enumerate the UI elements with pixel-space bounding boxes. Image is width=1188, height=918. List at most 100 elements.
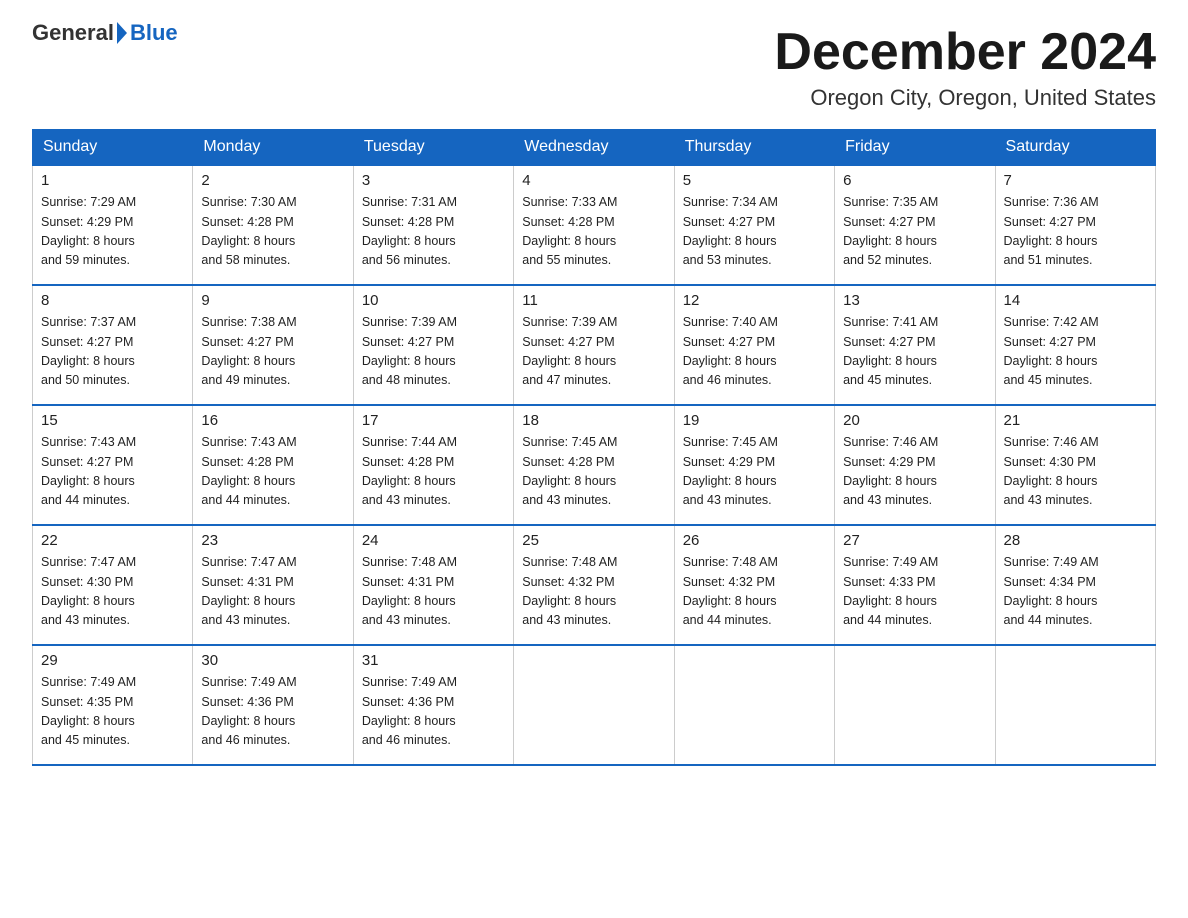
calendar-header-row: SundayMondayTuesdayWednesdayThursdayFrid… <box>33 130 1156 166</box>
day-info: Sunrise: 7:41 AMSunset: 4:27 PMDaylight:… <box>843 313 986 391</box>
day-number: 13 <box>843 292 986 309</box>
day-number: 16 <box>201 412 344 429</box>
day-number: 11 <box>522 292 665 309</box>
day-number: 26 <box>683 532 826 549</box>
calendar-day-cell: 6 Sunrise: 7:35 AMSunset: 4:27 PMDaylight… <box>835 165 995 285</box>
calendar-day-cell: 24 Sunrise: 7:48 AMSunset: 4:31 PMDayligh… <box>353 525 513 645</box>
day-info: Sunrise: 7:45 AMSunset: 4:29 PMDaylight:… <box>683 433 826 511</box>
day-number: 19 <box>683 412 826 429</box>
day-info: Sunrise: 7:45 AMSunset: 4:28 PMDaylight:… <box>522 433 665 511</box>
day-number: 22 <box>41 532 184 549</box>
day-number: 7 <box>1004 172 1147 189</box>
calendar-day-cell <box>514 645 674 765</box>
day-info: Sunrise: 7:47 AMSunset: 4:31 PMDaylight:… <box>201 553 344 631</box>
calendar-day-cell: 18 Sunrise: 7:45 AMSunset: 4:28 PMDayligh… <box>514 405 674 525</box>
calendar-day-cell: 9 Sunrise: 7:38 AMSunset: 4:27 PMDaylight… <box>193 285 353 405</box>
day-number: 30 <box>201 652 344 669</box>
calendar-day-cell <box>995 645 1155 765</box>
calendar-day-cell: 31 Sunrise: 7:49 AMSunset: 4:36 PMDayligh… <box>353 645 513 765</box>
day-number: 31 <box>362 652 505 669</box>
calendar-week-row: 22 Sunrise: 7:47 AMSunset: 4:30 PMDayligh… <box>33 525 1156 645</box>
location-title: Oregon City, Oregon, United States <box>774 85 1156 111</box>
day-number: 9 <box>201 292 344 309</box>
logo: General General Blue <box>32 24 178 46</box>
day-info: Sunrise: 7:49 AMSunset: 4:36 PMDaylight:… <box>201 673 344 751</box>
day-number: 20 <box>843 412 986 429</box>
calendar-day-cell <box>674 645 834 765</box>
day-info: Sunrise: 7:42 AMSunset: 4:27 PMDaylight:… <box>1004 313 1147 391</box>
calendar-day-cell: 23 Sunrise: 7:47 AMSunset: 4:31 PMDayligh… <box>193 525 353 645</box>
calendar-week-row: 1 Sunrise: 7:29 AMSunset: 4:29 PMDaylight… <box>33 165 1156 285</box>
day-info: Sunrise: 7:29 AMSunset: 4:29 PMDaylight:… <box>41 193 184 271</box>
day-header-tuesday: Tuesday <box>353 130 513 166</box>
day-header-friday: Friday <box>835 130 995 166</box>
day-number: 25 <box>522 532 665 549</box>
day-number: 17 <box>362 412 505 429</box>
calendar-day-cell: 7Sunrise: 7:36 AMSunset: 4:27 PMDaylight… <box>995 165 1155 285</box>
calendar-day-cell: 28 Sunrise: 7:49 AMSunset: 4:34 PMDayligh… <box>995 525 1155 645</box>
calendar-day-cell: 2 Sunrise: 7:30 AMSunset: 4:28 PMDaylight… <box>193 165 353 285</box>
header: General General Blue December 2024 Orego… <box>32 24 1156 111</box>
day-info: Sunrise: 7:34 AMSunset: 4:27 PMDaylight:… <box>683 193 826 271</box>
day-number: 1 <box>41 172 184 189</box>
day-info: Sunrise: 7:46 AMSunset: 4:29 PMDaylight:… <box>843 433 986 511</box>
day-number: 14 <box>1004 292 1147 309</box>
day-info: Sunrise: 7:30 AMSunset: 4:28 PMDaylight:… <box>201 193 344 271</box>
calendar-day-cell: 8 Sunrise: 7:37 AMSunset: 4:27 PMDaylight… <box>33 285 193 405</box>
day-number: 29 <box>41 652 184 669</box>
logo-arrow-icon2 <box>117 22 127 44</box>
day-info: Sunrise: 7:33 AMSunset: 4:28 PMDaylight:… <box>522 193 665 271</box>
day-number: 6 <box>843 172 986 189</box>
logo-blue-text: Blue <box>130 20 178 46</box>
calendar-day-cell: 22 Sunrise: 7:47 AMSunset: 4:30 PMDayligh… <box>33 525 193 645</box>
day-number: 28 <box>1004 532 1147 549</box>
day-number: 12 <box>683 292 826 309</box>
calendar-table: SundayMondayTuesdayWednesdayThursdayFrid… <box>32 129 1156 766</box>
calendar-day-cell: 5Sunrise: 7:34 AMSunset: 4:27 PMDaylight… <box>674 165 834 285</box>
day-info: Sunrise: 7:44 AMSunset: 4:28 PMDaylight:… <box>362 433 505 511</box>
day-number: 10 <box>362 292 505 309</box>
day-info: Sunrise: 7:47 AMSunset: 4:30 PMDaylight:… <box>41 553 184 631</box>
day-info: Sunrise: 7:49 AMSunset: 4:36 PMDaylight:… <box>362 673 505 751</box>
calendar-day-cell: 1 Sunrise: 7:29 AMSunset: 4:29 PMDaylight… <box>33 165 193 285</box>
day-number: 3 <box>362 172 505 189</box>
day-info: Sunrise: 7:49 AMSunset: 4:35 PMDaylight:… <box>41 673 184 751</box>
title-area: December 2024 Oregon City, Oregon, Unite… <box>774 24 1156 111</box>
day-info: Sunrise: 7:38 AMSunset: 4:27 PMDaylight:… <box>201 313 344 391</box>
calendar-day-cell: 11Sunrise: 7:39 AMSunset: 4:27 PMDayligh… <box>514 285 674 405</box>
day-number: 4 <box>522 172 665 189</box>
calendar-day-cell: 13 Sunrise: 7:41 AMSunset: 4:27 PMDayligh… <box>835 285 995 405</box>
day-info: Sunrise: 7:48 AMSunset: 4:32 PMDaylight:… <box>522 553 665 631</box>
calendar-day-cell: 10Sunrise: 7:39 AMSunset: 4:27 PMDayligh… <box>353 285 513 405</box>
logo-general-text2: General <box>32 20 114 46</box>
month-title: December 2024 <box>774 24 1156 81</box>
calendar-day-cell: 27 Sunrise: 7:49 AMSunset: 4:33 PMDayligh… <box>835 525 995 645</box>
calendar-week-row: 15Sunrise: 7:43 AMSunset: 4:27 PMDayligh… <box>33 405 1156 525</box>
day-number: 21 <box>1004 412 1147 429</box>
day-number: 8 <box>41 292 184 309</box>
calendar-day-cell: 3Sunrise: 7:31 AMSunset: 4:28 PMDaylight… <box>353 165 513 285</box>
day-info: Sunrise: 7:37 AMSunset: 4:27 PMDaylight:… <box>41 313 184 391</box>
day-info: Sunrise: 7:48 AMSunset: 4:31 PMDaylight:… <box>362 553 505 631</box>
calendar-day-cell: 4 Sunrise: 7:33 AMSunset: 4:28 PMDaylight… <box>514 165 674 285</box>
calendar-day-cell: 12 Sunrise: 7:40 AMSunset: 4:27 PMDayligh… <box>674 285 834 405</box>
calendar-day-cell: 14 Sunrise: 7:42 AMSunset: 4:27 PMDayligh… <box>995 285 1155 405</box>
day-number: 23 <box>201 532 344 549</box>
calendar-day-cell: 26Sunrise: 7:48 AMSunset: 4:32 PMDayligh… <box>674 525 834 645</box>
day-info: Sunrise: 7:49 AMSunset: 4:33 PMDaylight:… <box>843 553 986 631</box>
day-number: 18 <box>522 412 665 429</box>
calendar-day-cell: 17 Sunrise: 7:44 AMSunset: 4:28 PMDayligh… <box>353 405 513 525</box>
day-header-sunday: Sunday <box>33 130 193 166</box>
day-info: Sunrise: 7:40 AMSunset: 4:27 PMDaylight:… <box>683 313 826 391</box>
day-info: Sunrise: 7:49 AMSunset: 4:34 PMDaylight:… <box>1004 553 1147 631</box>
day-info: Sunrise: 7:43 AMSunset: 4:27 PMDaylight:… <box>41 433 184 511</box>
day-number: 2 <box>201 172 344 189</box>
calendar-week-row: 8 Sunrise: 7:37 AMSunset: 4:27 PMDaylight… <box>33 285 1156 405</box>
day-header-wednesday: Wednesday <box>514 130 674 166</box>
day-info: Sunrise: 7:46 AMSunset: 4:30 PMDaylight:… <box>1004 433 1147 511</box>
day-header-thursday: Thursday <box>674 130 834 166</box>
day-header-saturday: Saturday <box>995 130 1155 166</box>
day-number: 24 <box>362 532 505 549</box>
day-info: Sunrise: 7:35 AMSunset: 4:27 PMDaylight:… <box>843 193 986 271</box>
day-number: 27 <box>843 532 986 549</box>
